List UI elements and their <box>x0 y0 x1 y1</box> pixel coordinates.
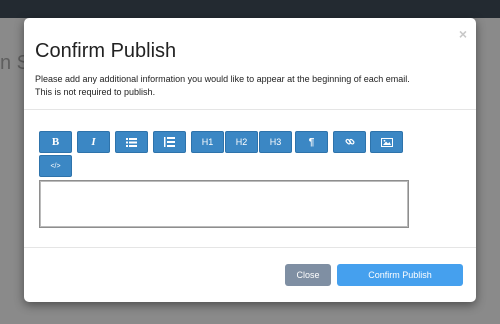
unordered-list-button[interactable] <box>115 131 148 153</box>
paragraph-icon: ¶ <box>308 136 315 148</box>
modal-title: Confirm Publish <box>35 40 177 62</box>
italic-button[interactable]: I <box>77 131 110 153</box>
h2-label: H2 <box>235 137 248 147</box>
h1-label: H1 <box>201 137 214 147</box>
link-icon <box>344 137 355 147</box>
modal-description: Please add any additional information yo… <box>35 73 410 99</box>
image-button[interactable] <box>370 131 403 153</box>
heading-2-button[interactable]: H2 <box>225 131 258 153</box>
code-icon: </> <box>50 162 61 170</box>
close-icon[interactable]: × <box>459 27 467 41</box>
paragraph-button[interactable]: ¶ <box>295 131 328 153</box>
confirm-publish-modal: × Confirm Publish Please add any additio… <box>24 18 476 302</box>
italic-icon: I <box>91 136 96 148</box>
ordered-list-icon <box>164 137 175 147</box>
description-line-1: Please add any additional information yo… <box>35 74 410 84</box>
image-icon <box>380 137 393 147</box>
ordered-list-button[interactable] <box>153 131 186 153</box>
h3-label: H3 <box>269 137 282 147</box>
top-navbar <box>0 0 500 18</box>
close-button[interactable]: Close <box>285 264 331 286</box>
link-button[interactable] <box>333 131 366 153</box>
footer-divider <box>24 247 476 248</box>
header-divider <box>24 109 476 110</box>
heading-3-button[interactable]: H3 <box>259 131 292 153</box>
description-line-2: This is not required to publish. <box>35 87 156 97</box>
email-intro-editor[interactable] <box>39 180 409 228</box>
unordered-list-icon <box>126 137 137 147</box>
bold-icon: B <box>51 136 60 148</box>
bold-button[interactable]: B <box>39 131 72 153</box>
code-button[interactable]: </> <box>39 155 72 177</box>
heading-1-button[interactable]: H1 <box>191 131 224 153</box>
confirm-publish-button[interactable]: Confirm Publish <box>337 264 463 286</box>
